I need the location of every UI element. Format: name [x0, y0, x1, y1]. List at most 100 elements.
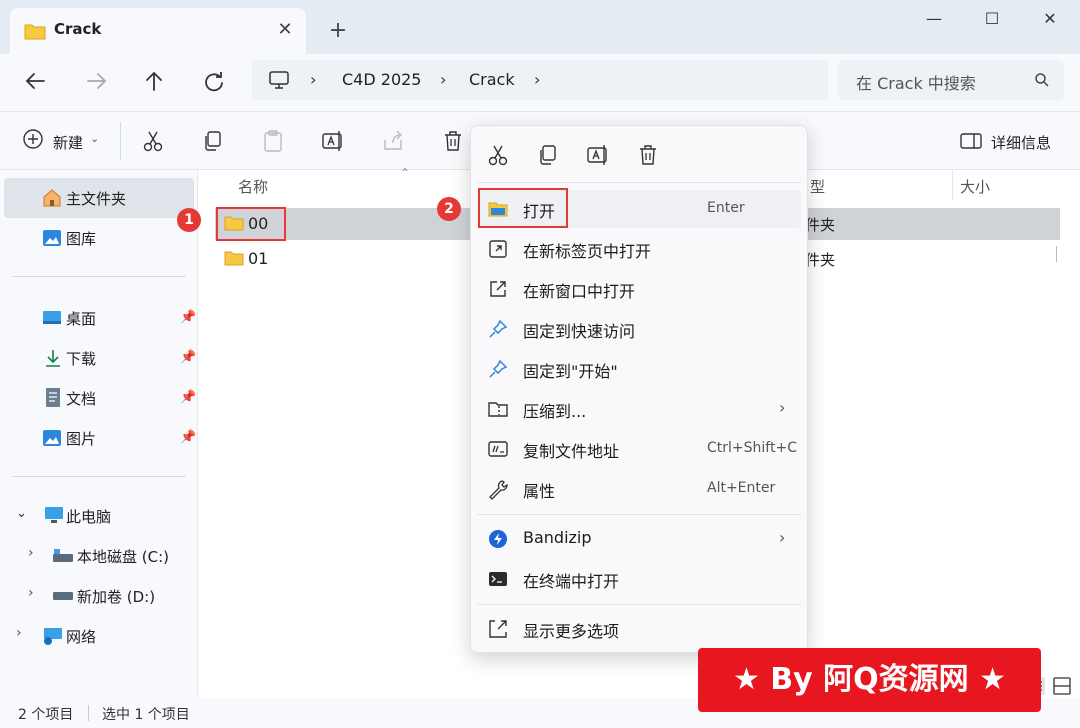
tab-crack[interactable]: Crack ✕	[10, 8, 306, 54]
new-tab-icon	[487, 238, 509, 260]
terminal-icon	[487, 568, 509, 590]
navigation-bar: › C4D 2025 › Crack › 在 Crack 中搜索	[0, 54, 1080, 112]
divider	[1056, 246, 1057, 262]
copy-path-icon	[487, 438, 509, 460]
chevron-right-icon: ›	[28, 545, 34, 561]
maximize-button[interactable]: ☐	[968, 4, 1016, 34]
large-icons-view-icon[interactable]	[1052, 676, 1074, 698]
sidebar-item-pictures[interactable]: 图片 📌	[4, 418, 196, 458]
rename-icon[interactable]	[320, 128, 348, 156]
chevron-right-icon: ›	[534, 70, 541, 89]
add-icon[interactable]	[22, 128, 50, 156]
delete-icon[interactable]	[635, 142, 665, 172]
minimize-button[interactable]: —	[910, 4, 958, 34]
menu-label: 复制文件地址	[523, 442, 620, 461]
menu-item-bandizip[interactable]: Bandizip ›	[477, 520, 801, 558]
details-button[interactable]: 详细信息	[991, 132, 1051, 153]
divider	[88, 705, 89, 721]
cut-icon[interactable]	[140, 128, 168, 156]
sidebar-item-drive-c[interactable]: › 本地磁盘 (C:)	[4, 536, 194, 576]
tab-close-button[interactable]: ✕	[272, 17, 298, 43]
new-button[interactable]: 新建	[53, 132, 83, 153]
menu-item-copy-path[interactable]: 复制文件地址 Ctrl+Shift+C	[477, 430, 801, 468]
sidebar-item-network[interactable]: › 网络	[4, 616, 194, 656]
chevron-right-icon: ›	[28, 585, 34, 601]
search-icon	[1034, 72, 1050, 88]
sidebar-label: 图片	[66, 430, 97, 448]
sidebar-label: 主文件夹	[66, 190, 127, 208]
menu-item-compress[interactable]: 压缩到... ›	[477, 390, 801, 428]
menu-item-pin-start[interactable]: 固定到"开始"	[477, 350, 801, 388]
chevron-right-icon: ›	[16, 625, 22, 641]
sidebar-item-gallery[interactable]: 图库	[4, 218, 194, 258]
computer-icon	[44, 506, 64, 524]
paste-icon	[260, 128, 288, 156]
menu-label: 压缩到...	[523, 402, 587, 421]
menu-item-properties[interactable]: 属性 Alt+Enter	[477, 470, 801, 508]
highlight-box	[216, 207, 286, 241]
close-window-button[interactable]: ✕	[1026, 4, 1074, 34]
refresh-button[interactable]	[194, 64, 234, 98]
divider	[952, 170, 953, 200]
breadcrumb-c4d[interactable]: C4D 2025	[342, 70, 421, 89]
copy-icon[interactable]	[200, 128, 228, 156]
drive-icon	[52, 548, 74, 564]
sidebar-item-home[interactable]: 主文件夹	[4, 178, 194, 218]
up-button[interactable]	[134, 64, 174, 98]
menu-label: 在新标签页中打开	[523, 242, 652, 261]
breadcrumb-crack[interactable]: Crack	[469, 70, 515, 89]
back-button[interactable]	[16, 64, 56, 98]
navigation-pane: 主文件夹 图库 桌面 📌 下载 📌 文档 📌 图片 📌 ⌄ 此电脑 › 本地磁盘…	[0, 170, 198, 698]
column-header-name[interactable]: 名称	[238, 176, 268, 197]
zip-icon	[487, 398, 509, 420]
selected-count: 选中 1 个项目	[102, 707, 190, 723]
details-pane-icon	[960, 132, 982, 150]
chevron-right-icon: ›	[440, 70, 447, 89]
cut-icon[interactable]	[485, 142, 515, 172]
menu-item-open-terminal[interactable]: 在终端中打开	[477, 560, 801, 598]
pin-icon: 📌	[180, 350, 197, 365]
divider	[12, 276, 186, 277]
search-box[interactable]: 在 Crack 中搜索	[838, 60, 1064, 100]
pin-icon	[487, 358, 509, 380]
pin-icon	[487, 318, 509, 340]
chevron-down-icon: ⌄	[90, 132, 100, 145]
sidebar-item-documents[interactable]: 文档 📌	[4, 378, 197, 418]
folder-icon	[24, 22, 46, 40]
rename-icon[interactable]	[585, 142, 615, 172]
delete-icon[interactable]	[440, 128, 468, 156]
copy-icon[interactable]	[535, 142, 565, 172]
sidebar-item-this-pc[interactable]: ⌄ 此电脑	[4, 496, 194, 536]
sidebar-item-desktop[interactable]: 桌面 📌	[4, 298, 196, 338]
menu-label: 属性	[523, 482, 556, 501]
menu-item-open-new-window[interactable]: 在新窗口中打开	[477, 270, 801, 308]
more-options-icon	[487, 618, 509, 640]
column-header-type[interactable]: 型	[810, 176, 825, 197]
menu-label: 在新窗口中打开	[523, 282, 636, 301]
download-icon	[44, 348, 62, 368]
column-header-size[interactable]: 大小	[960, 176, 990, 197]
share-icon	[380, 128, 408, 156]
address-bar[interactable]: › C4D 2025 › Crack ›	[252, 60, 828, 100]
chevron-right-icon: ›	[779, 398, 786, 417]
file-name: 01	[248, 249, 269, 268]
watermark-banner: ★ By 阿Q资源网 ★	[698, 648, 1041, 712]
sidebar-label: 新加卷 (D:)	[77, 588, 156, 606]
menu-item-more-options[interactable]: 显示更多选项	[477, 610, 801, 648]
forward-button[interactable]	[76, 64, 116, 98]
pin-icon: 📌	[180, 390, 197, 405]
item-count: 2 个项目	[18, 707, 74, 723]
menu-item-pin-quick-access[interactable]: 固定到快速访问	[477, 310, 801, 348]
divider	[477, 182, 801, 183]
sidebar-item-drive-d[interactable]: › 新加卷 (D:)	[4, 576, 194, 616]
wrench-icon	[487, 478, 509, 500]
step-badge-2: 2	[437, 197, 461, 221]
menu-item-open-new-tab[interactable]: 在新标签页中打开	[477, 230, 801, 268]
divider	[120, 122, 121, 160]
folder-icon	[224, 250, 244, 266]
divider	[477, 604, 801, 605]
sidebar-item-downloads[interactable]: 下载 📌	[4, 338, 197, 378]
new-tab-button[interactable]: +	[322, 16, 354, 48]
bandizip-icon	[487, 528, 509, 550]
step-badge-1: 1	[177, 208, 201, 232]
